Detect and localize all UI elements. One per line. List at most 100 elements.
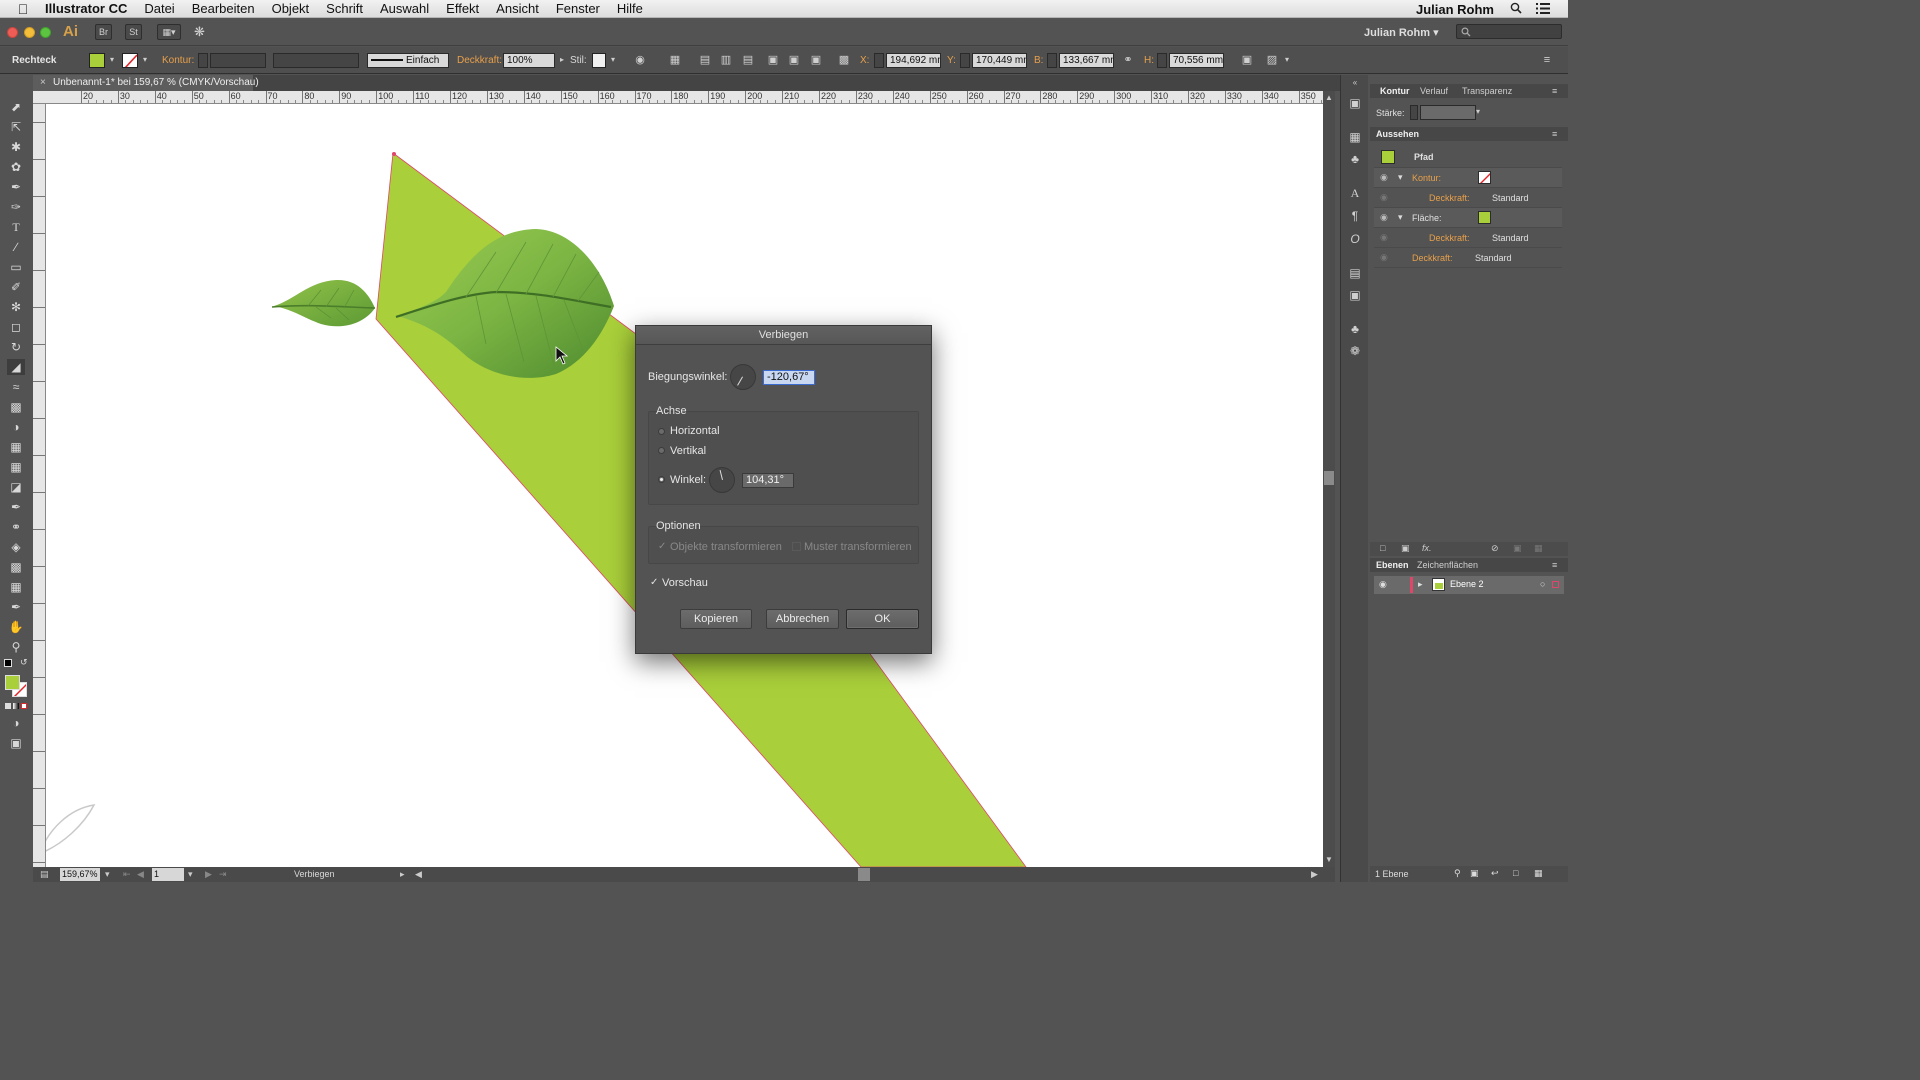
- axis-horizontal-radio[interactable]: [658, 428, 665, 435]
- ok-button[interactable]: OK: [846, 609, 919, 629]
- align-to-icon[interactable]: ▦: [668, 53, 682, 67]
- artboard-dropdown-icon[interactable]: ▾: [188, 869, 193, 880]
- make-clipping-mask-icon[interactable]: ▣: [1470, 868, 1479, 879]
- fill-dropdown-arrow-icon[interactable]: ▾: [105, 53, 119, 67]
- magic-wand-tool-icon[interactable]: ✱: [7, 139, 25, 155]
- object-opacity-label[interactable]: Deckkraft:: [1412, 253, 1453, 263]
- preview-checkbox[interactable]: ✓: [650, 578, 659, 588]
- pen-tool-icon[interactable]: ✒: [7, 179, 25, 195]
- copy-button[interactable]: Kopieren: [680, 609, 752, 629]
- appearance-fill-opacity-row[interactable]: ◉ Deckkraft: Standard: [1374, 228, 1562, 248]
- hscroll-right-arrow-icon[interactable]: ▶: [1311, 869, 1318, 880]
- type-tool-icon[interactable]: T: [7, 219, 25, 235]
- control-bar-menu-icon[interactable]: ≡: [1540, 53, 1554, 67]
- paintbrush-tool-icon[interactable]: ✐: [7, 279, 25, 295]
- axis-angle-label[interactable]: Winkel:: [670, 474, 706, 486]
- line-segment-tool-icon[interactable]: ∕: [7, 239, 25, 255]
- zoom-dropdown-icon[interactable]: ▾: [105, 869, 110, 880]
- workspace-user-switcher[interactable]: Julian Rohm ▾: [1364, 26, 1439, 39]
- tab-kontur[interactable]: Kontur: [1380, 86, 1410, 96]
- appearance-stroke-opacity-row[interactable]: ◉ Deckkraft: Standard: [1374, 188, 1562, 208]
- gradient-mode-icon[interactable]: [13, 703, 19, 709]
- add-fill-icon[interactable]: ▣: [1401, 543, 1410, 554]
- appearance-panel-menu-icon[interactable]: ≡: [1552, 129, 1557, 139]
- menu-bearbeiten[interactable]: Bearbeiten: [192, 1, 255, 16]
- opacity-arrow-icon[interactable]: ▸: [555, 53, 569, 67]
- first-artboard-icon[interactable]: ⇤: [123, 869, 131, 880]
- stroke-color-swatch[interactable]: [122, 53, 138, 68]
- stock-button[interactable]: St: [125, 24, 142, 40]
- fill-expand-arrow-icon[interactable]: ▾: [1398, 212, 1403, 223]
- axis-angle-radio[interactable]: [658, 476, 665, 483]
- menubar-user-name[interactable]: Julian Rohm: [1416, 2, 1494, 17]
- menu-ansicht[interactable]: Ansicht: [496, 1, 539, 16]
- column-graph-tool-icon[interactable]: ▩: [7, 559, 25, 575]
- current-tool-status[interactable]: Verbiegen: [294, 869, 335, 879]
- small-leaf[interactable]: [271, 279, 376, 327]
- duplicate-item-icon[interactable]: ▣: [1513, 543, 1522, 554]
- blend-tool-icon[interactable]: ⚭: [7, 519, 25, 535]
- menu-effekt[interactable]: Effekt: [446, 1, 479, 16]
- opacity-input[interactable]: 100%: [503, 53, 555, 68]
- width-input[interactable]: 133,667 mm: [1059, 53, 1114, 68]
- x-stepper[interactable]: [874, 53, 884, 68]
- spotlight-icon[interactable]: [1510, 2, 1522, 17]
- window-close-button[interactable]: [7, 27, 18, 38]
- layer-target-icon[interactable]: ○: [1540, 579, 1545, 589]
- add-stroke-icon[interactable]: □: [1380, 543, 1385, 553]
- slice-tool-icon[interactable]: ✒: [7, 599, 25, 615]
- help-search-input[interactable]: [1456, 24, 1562, 39]
- appearance-panel-title[interactable]: Aussehen: [1376, 129, 1419, 139]
- none-mode-icon[interactable]: [21, 703, 27, 709]
- symbols-panel-icon[interactable]: ♣: [1347, 151, 1363, 167]
- fill-color-box[interactable]: [5, 675, 20, 690]
- swap-colors-icon[interactable]: ↺: [20, 657, 28, 668]
- rotate-tool-icon[interactable]: ↻: [7, 339, 25, 355]
- stroke-opacity-label[interactable]: Deckkraft:: [1429, 193, 1470, 203]
- scale-tool-icon[interactable]: ◢: [7, 359, 25, 375]
- width-label[interactable]: B:: [1034, 55, 1043, 66]
- next-artboard-icon[interactable]: ▶: [205, 869, 212, 880]
- height-stepper[interactable]: [1157, 53, 1167, 68]
- drawing-mode-icon[interactable]: ◑: [7, 715, 25, 731]
- menu-hilfe[interactable]: Hilfe: [617, 1, 643, 16]
- x-label[interactable]: X:: [860, 55, 869, 66]
- appearance-stroke-row[interactable]: ◉ ▾ Kontur:: [1374, 168, 1562, 188]
- hand-tool-icon[interactable]: ✋: [7, 619, 25, 635]
- bend-angle-input[interactable]: -120,67°: [763, 370, 815, 385]
- dialog-title[interactable]: Verbiegen: [636, 326, 931, 345]
- stroke-opacity-eye-icon[interactable]: ◉: [1380, 193, 1390, 202]
- axis-vertical-radio[interactable]: [658, 447, 665, 454]
- variable-width-profile-select[interactable]: [273, 53, 359, 68]
- clear-appearance-icon[interactable]: ⊘: [1491, 543, 1499, 554]
- opacity-label[interactable]: Deckkraft:: [457, 55, 502, 66]
- arrange-documents-icon[interactable]: ▦▾: [157, 24, 181, 40]
- curvature-tool-icon[interactable]: ✑: [7, 199, 25, 215]
- bend-angle-dial[interactable]: [730, 364, 756, 390]
- layer-name[interactable]: Ebene 2: [1450, 579, 1484, 589]
- libraries-panel-icon[interactable]: ▣: [1347, 95, 1363, 111]
- paragraph-panel-icon[interactable]: ¶: [1347, 208, 1363, 224]
- stroke-weight-stepper[interactable]: [1410, 105, 1418, 120]
- tab-verlauf[interactable]: Verlauf: [1420, 86, 1448, 96]
- eraser-tool-icon[interactable]: ◻: [7, 319, 25, 335]
- stroke-label[interactable]: Kontur:: [162, 55, 194, 66]
- zoom-level-input[interactable]: 159,67%: [60, 868, 100, 881]
- width-stepper[interactable]: [1047, 53, 1057, 68]
- delete-layer-icon[interactable]: ▦: [1534, 868, 1543, 879]
- artboard-number-input[interactable]: 1: [152, 868, 184, 881]
- character-panel-icon[interactable]: A: [1347, 185, 1363, 201]
- appearance-stroke-label[interactable]: Kontur:: [1412, 173, 1441, 183]
- width-tool-icon[interactable]: ≈: [7, 379, 25, 395]
- align-top-icon[interactable]: ▣: [766, 53, 780, 67]
- menu-fenster[interactable]: Fenster: [556, 1, 600, 16]
- locate-object-icon[interactable]: ⚲: [1454, 868, 1461, 879]
- free-transform-tool-icon[interactable]: ▩: [7, 399, 25, 415]
- fill-opacity-eye-icon[interactable]: ◉: [1380, 233, 1390, 242]
- axis-horizontal-label[interactable]: Horizontal: [670, 425, 720, 437]
- stroke-visibility-eye-icon[interactable]: ◉: [1380, 173, 1390, 182]
- menu-objekt[interactable]: Objekt: [272, 1, 310, 16]
- zoom-tool-icon[interactable]: ⚲: [7, 639, 25, 655]
- lasso-tool-icon[interactable]: ✿: [7, 159, 25, 175]
- appearance-path-row[interactable]: Pfad: [1374, 146, 1562, 168]
